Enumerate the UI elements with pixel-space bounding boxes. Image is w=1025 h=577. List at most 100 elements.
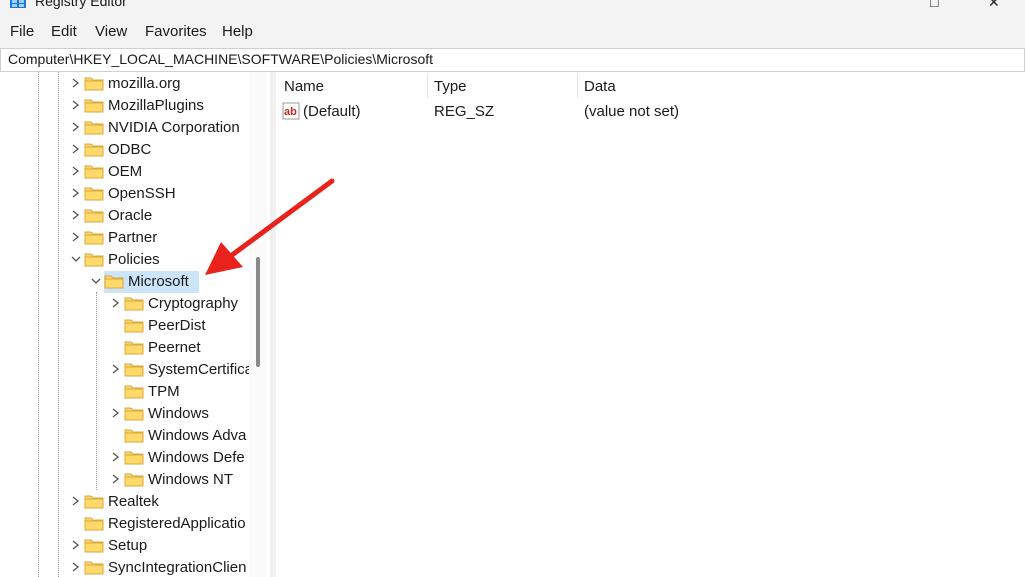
registry-editor-icon [10, 0, 26, 8]
tree-item[interactable]: Microsoft [90, 271, 270, 293]
chevron-down-icon[interactable] [90, 273, 102, 289]
tree-item[interactable]: MozillaPlugins [70, 95, 270, 117]
tree-item[interactable]: SyncIntegrationClien [70, 557, 270, 577]
address-bar[interactable]: Computer\HKEY_LOCAL_MACHINE\SOFTWARE\Pol… [0, 48, 1025, 72]
chevron-right-icon[interactable] [70, 185, 82, 201]
folder-icon [124, 297, 144, 311]
chevron-right-icon[interactable] [70, 559, 82, 575]
folder-icon [124, 451, 144, 465]
tree-scrollbar[interactable] [249, 72, 267, 577]
tree-item[interactable]: ODBC [70, 139, 270, 161]
tree-item-label: Peernet [148, 339, 201, 356]
scrollbar-thumb[interactable] [256, 257, 260, 367]
title-bar: Registry Editor □ ✕ [0, 0, 1025, 12]
tree-item[interactable]: OEM [70, 161, 270, 183]
tree-item[interactable]: Windows [110, 403, 270, 425]
tree-item[interactable]: mozilla.org [70, 73, 270, 95]
tree-item[interactable]: Cryptography [110, 293, 270, 315]
chevron-right-icon[interactable] [110, 361, 122, 377]
menu-view[interactable]: View [95, 23, 127, 40]
column-divider[interactable] [427, 74, 428, 98]
folder-icon [84, 539, 104, 553]
folder-icon [84, 495, 104, 509]
column-header-name[interactable]: Name [284, 78, 324, 95]
chevron-right-icon[interactable] [70, 229, 82, 245]
key-tree-pane[interactable]: mozilla.org MozillaPlugins NVIDIA Corporat… [0, 72, 270, 577]
column-header-type[interactable]: Type [434, 78, 467, 95]
tree-item[interactable]: Oracle [70, 205, 270, 227]
tree-item-label: MozillaPlugins [108, 97, 204, 114]
menu-help[interactable]: Help [222, 23, 253, 40]
menu-favorites[interactable]: Favorites [145, 23, 207, 40]
tree-item-label: mozilla.org [108, 75, 181, 92]
folder-icon [84, 77, 104, 91]
value-data: (value not set) [584, 103, 680, 120]
folder-icon [84, 165, 104, 179]
tree-item[interactable]: RegisteredApplicatio [70, 513, 270, 535]
tree-item[interactable]: NVIDIA Corporation [70, 117, 270, 139]
folder-icon [84, 231, 104, 245]
tree-item[interactable]: Policies [70, 249, 270, 271]
column-header-data[interactable]: Data [584, 78, 616, 95]
tree-item[interactable]: OpenSSH [70, 183, 270, 205]
tree-item-label: PeerDist [148, 317, 206, 334]
menu-edit[interactable]: Edit [51, 23, 77, 40]
folder-icon [84, 209, 104, 223]
tree-item-label: Windows Defe [148, 449, 245, 466]
folder-icon [124, 341, 144, 355]
folder-icon [84, 121, 104, 135]
chevron-right-icon[interactable] [110, 449, 122, 465]
tree-item[interactable]: PeerDist [110, 315, 270, 337]
value-name[interactable]: (Default) [303, 103, 361, 120]
tree-guide-line [58, 72, 60, 577]
chevron-right-icon[interactable] [70, 163, 82, 179]
chevron-right-icon[interactable] [70, 119, 82, 135]
chevron-right-icon[interactable] [70, 75, 82, 91]
tree-item[interactable]: TPM [110, 381, 270, 403]
tree-item-label: Setup [108, 537, 148, 554]
tree-item[interactable]: SystemCertifica [110, 359, 270, 381]
chevron-right-icon[interactable] [110, 295, 122, 311]
close-button[interactable]: ✕ [988, 0, 1000, 11]
menu-file[interactable]: File [10, 23, 34, 40]
chevron-right-icon[interactable] [110, 405, 122, 421]
folder-icon [124, 473, 144, 487]
folder-icon [124, 363, 144, 377]
chevron-right-icon[interactable] [70, 537, 82, 553]
maximize-button[interactable]: □ [930, 0, 938, 10]
chevron-right-icon[interactable] [70, 97, 82, 113]
tree-item-label: Realtek [108, 493, 159, 510]
tree-item[interactable]: Windows Adva [110, 425, 270, 447]
tree-item[interactable]: Partner [70, 227, 270, 249]
tree-item[interactable]: Windows Defe [110, 447, 270, 469]
tree-item-label: Microsoft [128, 273, 189, 290]
tree-item[interactable]: Realtek [70, 491, 270, 513]
folder-icon [124, 319, 144, 333]
folder-open-icon [104, 275, 124, 289]
tree-item-label: SystemCertifica [148, 361, 254, 378]
tree-item-label: TPM [148, 383, 180, 400]
string-value-icon: ab [282, 102, 300, 120]
tree-item[interactable]: Windows NT [110, 469, 270, 491]
tree-item-label: Windows NT [148, 471, 234, 488]
chevron-right-icon[interactable] [110, 471, 122, 487]
tree-item-label: Cryptography [148, 295, 239, 312]
svg-text:ab: ab [284, 106, 297, 118]
tree-item[interactable]: Setup [70, 535, 270, 557]
chevron-right-icon[interactable] [70, 141, 82, 157]
tree-item-label: SyncIntegrationClien [108, 559, 247, 576]
tree-item-label: Windows Adva [148, 427, 247, 444]
column-divider[interactable] [577, 74, 578, 98]
tree-item-label: OpenSSH [108, 185, 176, 202]
folder-icon [124, 429, 144, 443]
tree-item[interactable]: Peernet [110, 337, 270, 359]
chevron-down-icon[interactable] [70, 251, 82, 267]
chevron-right-icon[interactable] [70, 493, 82, 509]
tree-item-label: Policies [108, 251, 160, 268]
address-path[interactable]: Computer\HKEY_LOCAL_MACHINE\SOFTWARE\Pol… [8, 51, 433, 67]
folder-open-icon [84, 253, 104, 267]
chevron-right-icon[interactable] [70, 207, 82, 223]
menu-bar: File Edit View Favorites Help [0, 12, 1025, 48]
values-pane[interactable]: Name Type Data ab (Default) REG_SZ (valu… [276, 72, 1025, 577]
folder-icon [84, 187, 104, 201]
